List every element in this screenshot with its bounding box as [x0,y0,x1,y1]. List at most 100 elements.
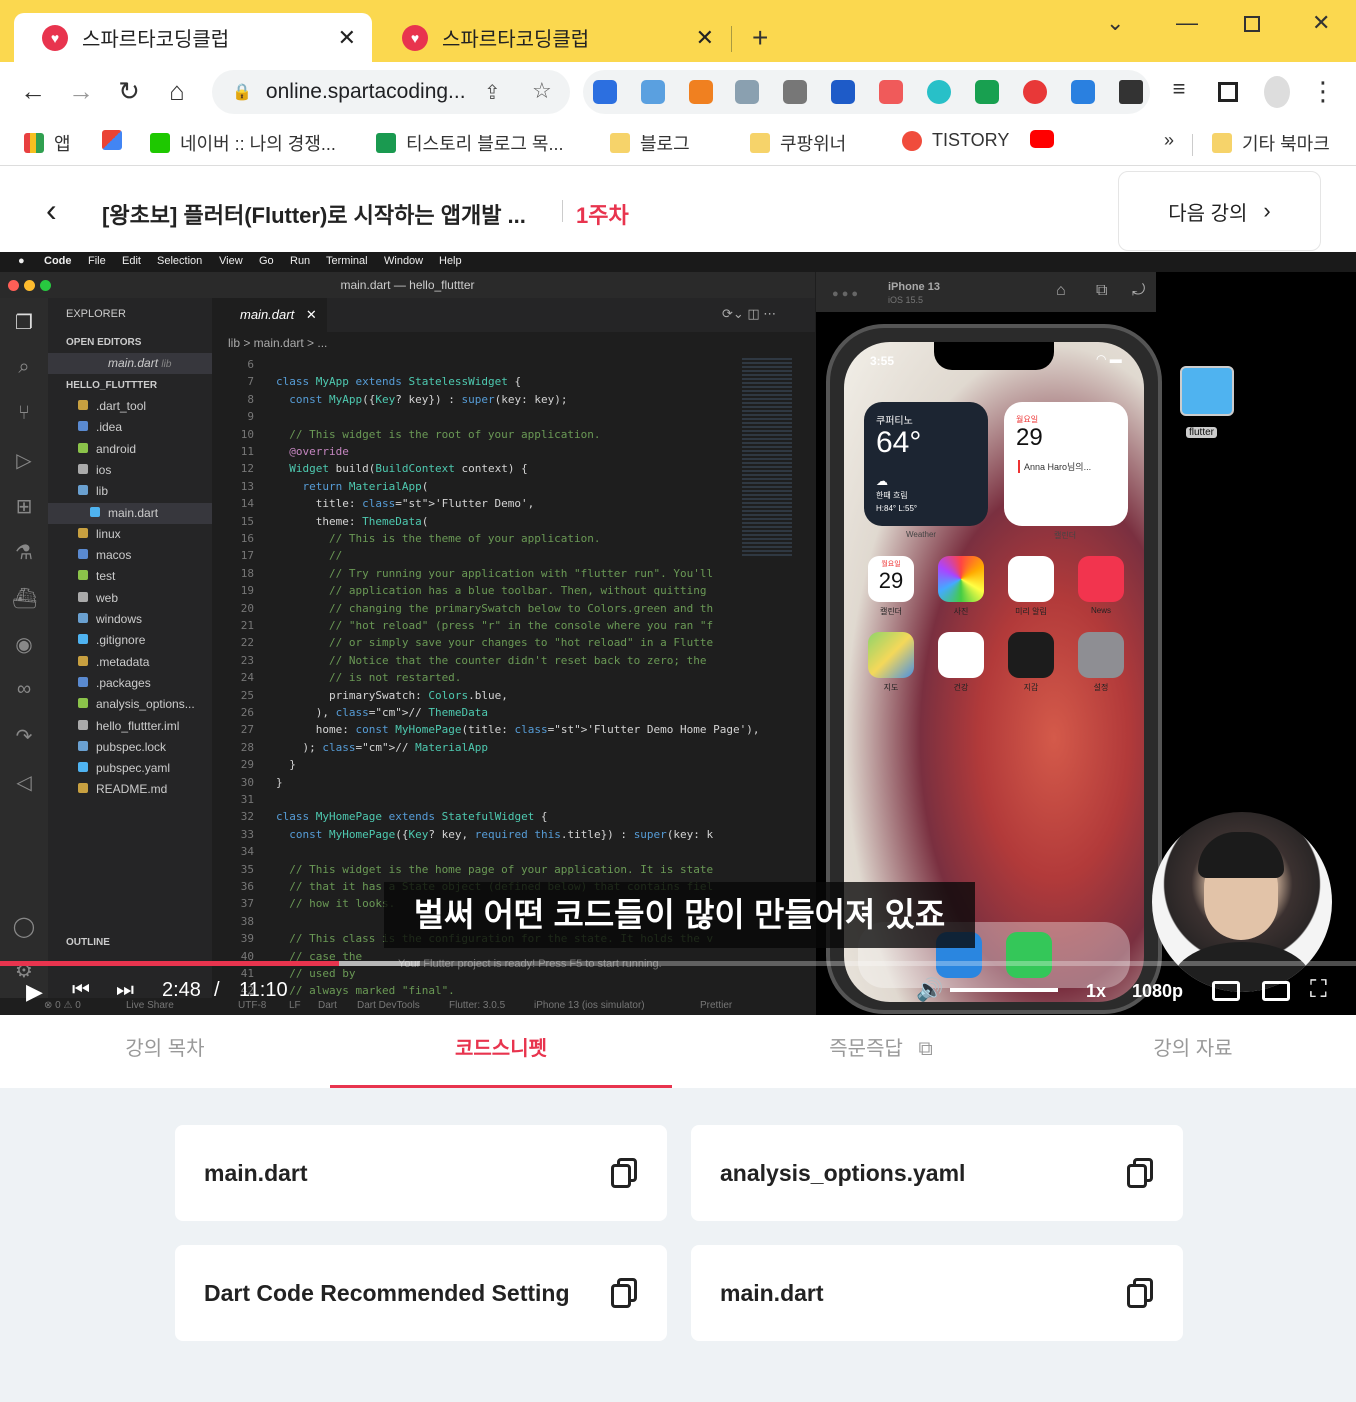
github-icon: ◉ [15,634,33,656]
side-panel-icon[interactable] [1218,82,1238,102]
close-icon: ✕ [305,307,317,322]
tab-search-chevron-icon[interactable]: ⌄ [1106,10,1124,36]
tab-instant-qa[interactable]: 즉문즉답 ⧉ [672,1015,1090,1088]
code-line: } [276,758,296,772]
more-bookmarks-button[interactable]: » [1164,130,1174,151]
speed-button[interactable]: 1x [1086,981,1106,1002]
code-line: const MyHomePage({Key? key, required thi… [289,827,714,841]
file-tree-label: macos [96,548,132,563]
gmail-bookmark[interactable] [102,130,132,150]
tab-lecture-materials[interactable]: 강의 자료 [1090,1015,1296,1088]
fullscreen-icon[interactable]: ⛶ [1310,976,1327,1004]
bookmark-label: 기타 북마크 [1242,134,1330,154]
file-type-icon [78,527,88,538]
new-tab-button[interactable]: + [752,22,768,54]
download-extension-icon[interactable] [1071,80,1095,104]
zoom-dot-icon [40,280,51,291]
play-icon[interactable]: ▶ [26,979,43,1005]
copy-icon[interactable] [1127,1278,1153,1308]
bookmark-coupang[interactable]: 쿠팡위너 [750,130,846,156]
browser-tab-active[interactable]: ♥ 스파르타코딩클럽 ✕ [14,13,372,62]
reload-icon[interactable]: ↻ [112,76,146,107]
bookmark-blog[interactable]: 블로그 [610,130,690,156]
line-number: 21 [240,619,254,632]
file-type-icon [90,506,100,517]
close-tab-icon[interactable]: ✕ [338,25,356,51]
volume-slider[interactable] [950,988,1058,992]
spartacoding-favicon-icon: ♥ [42,24,68,51]
snippet-card[interactable]: analysis_options.yaml [691,1125,1183,1221]
tab-code-snippets[interactable]: 코드스니펫 [330,1015,672,1088]
calendar-widget: 월요일 29 Anna Haro님의... [1004,402,1128,526]
quality-button[interactable]: 1080p [1132,981,1183,1002]
youtube-icon [1030,130,1054,148]
snippet-name: main.dart [204,1159,308,1186]
calendar-date: 29 [1016,424,1043,451]
share-icon[interactable]: ⇪ [484,80,501,105]
word-extension-icon[interactable] [593,80,617,104]
bookmark-tistory[interactable]: TISTORY [902,130,1009,151]
previous-icon[interactable]: ⏮ [72,979,90,1002]
pen-extension-icon[interactable] [783,80,807,104]
video-progress-bar[interactable] [0,961,1356,966]
close-window-icon[interactable]: ✕ [1312,10,1330,36]
reading-list-icon[interactable]: ≡ [1162,76,1196,102]
time-separator: / [214,979,220,1001]
copy-icon[interactable] [611,1158,637,1188]
editor-tab-label: main.dart [240,307,295,322]
browser-tab[interactable]: ♥ 스파르타코딩클럽 ✕ [374,13,730,62]
back-chevron-icon[interactable]: ‹ [46,192,57,229]
bookmark-other[interactable]: 기타 북마크 [1212,130,1330,156]
video-player[interactable]: ● Code File Edit Selection View Go Run T… [0,252,1356,1015]
image-extension-icon[interactable] [735,80,759,104]
tab-table-of-contents[interactable]: 강의 목차 [0,1015,330,1088]
search-extension-icon[interactable] [689,80,713,104]
minimize-dot-icon [24,280,35,291]
line-number: 35 [240,862,254,876]
snippet-card[interactable]: Dart Code Recommended Setting [175,1245,667,1341]
home-icon[interactable]: ⌂ [160,76,194,107]
volume-icon[interactable]: 🔊 [916,977,943,1003]
desktop-folder-icon [1180,366,1234,416]
next-icon[interactable]: ⏭ [116,979,134,1002]
puzzle-extensions-icon[interactable] [1119,80,1143,104]
youtube-bookmark[interactable] [1030,130,1064,148]
file-tree-item: README.md [48,779,212,800]
grid-extension-icon[interactable] [879,80,903,104]
copy-icon[interactable] [1127,1158,1153,1188]
back-arrow-icon[interactable]: ← [16,76,50,107]
live-share-icon: ↷ [15,726,33,748]
file-tree-item: .idea [48,417,212,438]
c-extension-icon[interactable] [1023,80,1047,104]
menu-kebab-icon[interactable]: ⋮ [1306,76,1340,107]
copy-icon[interactable] [611,1278,637,1308]
volume-fill [950,988,1058,992]
extension-icon[interactable] [641,80,665,104]
bookmark-naver[interactable]: 네이버 :: 나의 경쟁... [150,130,336,156]
profile-avatar[interactable] [1264,76,1290,108]
close-tab-icon[interactable]: ✕ [696,25,714,51]
play-extension-icon[interactable] [975,80,999,104]
snippet-card[interactable]: main.dart [175,1125,667,1221]
line-number: 36 [240,880,254,893]
minimize-icon[interactable]: — [1176,10,1198,36]
bookmark-star-icon[interactable]: ☆ [532,78,552,104]
address-bar[interactable]: 🔒 online.spartacoding... ⇪ ☆ [212,70,570,114]
duration: 11:10 [239,979,288,1001]
weather-desc: 한때 흐림 [876,491,908,500]
captions-icon[interactable] [1212,981,1240,1001]
bookmark-tistory-list[interactable]: 티스토리 블로그 목... [376,130,563,156]
chat-extension-icon[interactable] [927,80,951,104]
file-tree-label: .idea [96,420,123,435]
forward-arrow-icon[interactable]: → [64,76,98,107]
open-file-name: main.dart [108,356,159,370]
next-lecture-button[interactable]: 다음 강의 › [1118,171,1321,251]
weather-temp: 64° [876,426,922,459]
snippet-card[interactable]: main.dart [691,1245,1183,1341]
bookmark-apps[interactable]: 앱 [24,130,71,156]
code-line: primarySwatch: Colors.blue, [276,688,508,702]
wave-extension-icon[interactable] [831,80,855,104]
maximize-icon[interactable] [1244,16,1260,32]
editor-tabs: main.dart ✕ ⟳⌄ ◫ ⋯ [212,298,815,332]
picture-in-picture-icon[interactable] [1262,981,1290,1001]
